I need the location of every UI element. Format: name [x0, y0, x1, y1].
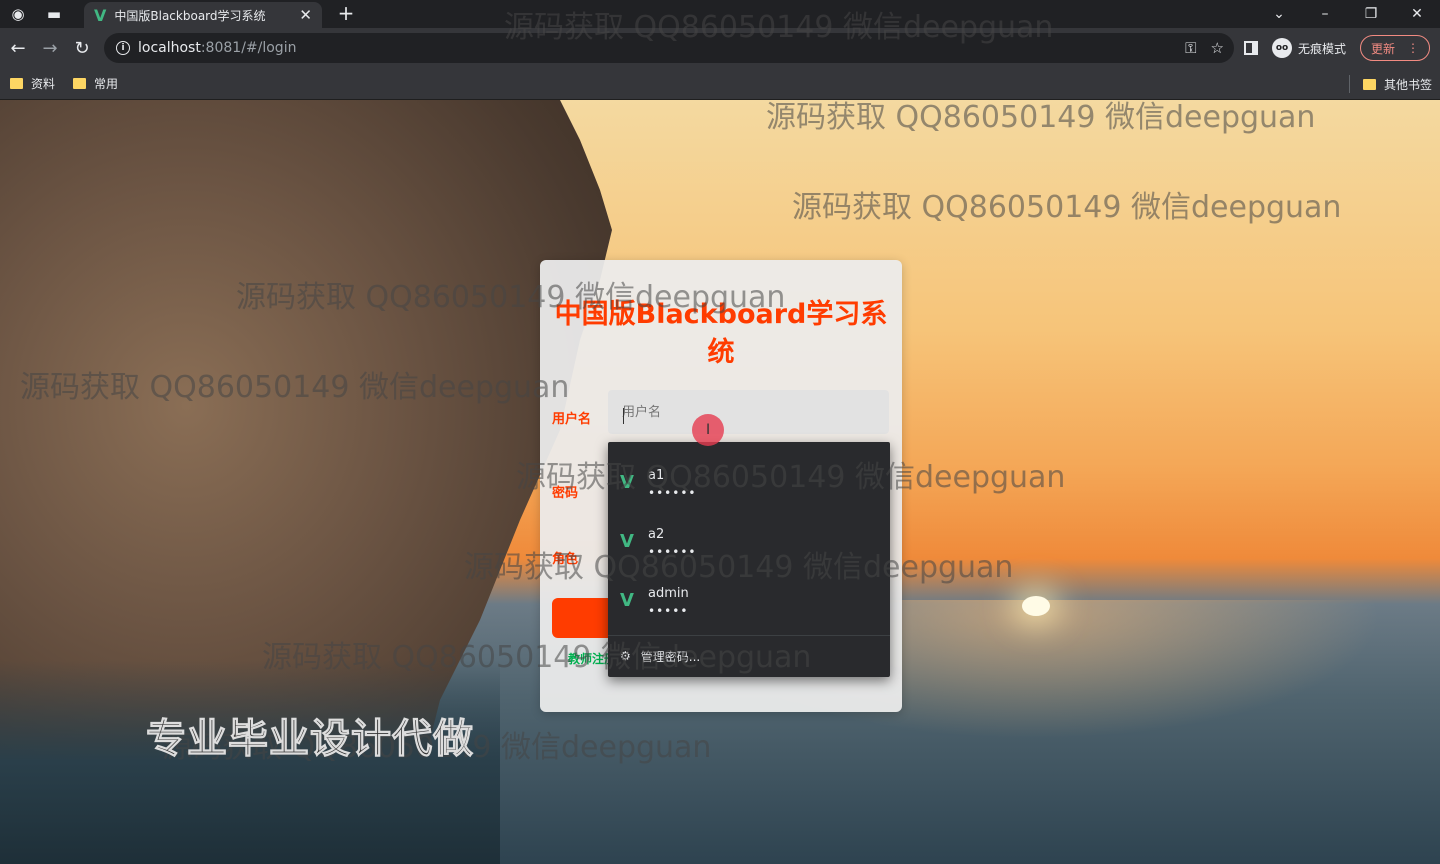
side-panel-icon[interactable]: [1244, 41, 1258, 55]
manage-passwords-label: 管理密码...: [640, 649, 701, 664]
autofill-entry[interactable]: V a2 ••••••: [608, 509, 890, 567]
manage-passwords-item[interactable]: ⚙ 管理密码...: [608, 636, 890, 676]
more-menu-icon[interactable]: ⋮: [1407, 41, 1419, 55]
window-controls: ⌄ – ❐ ✕: [1256, 0, 1440, 28]
promo-watermark: 专业毕业设计代做: [146, 716, 474, 763]
reload-button[interactable]: ↻: [66, 32, 98, 64]
browser-tab[interactable]: V 中国版Blackboard学习系统 ✕: [84, 2, 322, 28]
incognito-indicator[interactable]: oo 无痕模式: [1272, 38, 1346, 58]
password-label: 密码: [552, 486, 579, 501]
browser-menu-icon[interactable]: ◉: [0, 0, 36, 28]
incognito-icon: oo: [1272, 38, 1292, 58]
address-bar[interactable]: i localhost:8081/#/login ⚿ ☆: [104, 33, 1234, 63]
gear-icon: ⚙: [620, 649, 631, 663]
bookmark-label: 资料: [31, 77, 56, 91]
tab-close-icon[interactable]: ✕: [299, 6, 312, 24]
update-button[interactable]: 更新 ⋮: [1360, 35, 1431, 61]
autofill-entry[interactable]: V admin •••••: [608, 568, 890, 626]
browser-toolbar: ← → ↻ i localhost:8081/#/login ⚿ ☆ oo 无痕…: [0, 28, 1440, 68]
autofill-password: ••••••: [648, 545, 697, 559]
other-bookmarks-label: 其他书签: [1383, 77, 1432, 92]
url-host: localhost: [138, 40, 201, 56]
autofill-password: ••••••: [648, 486, 697, 500]
site-info-icon[interactable]: i: [116, 41, 130, 55]
bookmark-star-icon[interactable]: ☆: [1211, 39, 1224, 57]
role-label: 角色: [552, 552, 579, 567]
vue-logo-icon: V: [94, 5, 107, 25]
vue-logo-icon: V: [620, 472, 634, 493]
key-icon[interactable]: ⚿: [1185, 39, 1196, 57]
restore-icon[interactable]: ❐: [1348, 0, 1394, 28]
username-label: 用户名: [552, 412, 592, 427]
bookmark-folder[interactable]: 资料: [10, 75, 55, 92]
vue-logo-icon: V: [620, 590, 634, 611]
bookmark-label: 常用: [94, 77, 119, 91]
sun: [1022, 596, 1050, 616]
vue-logo-icon: V: [620, 531, 634, 552]
autofill-username: a1: [648, 468, 665, 483]
url-path: :8081/#/login: [200, 40, 297, 56]
folder-icon: [1362, 78, 1376, 90]
incognito-label: 无痕模式: [1298, 41, 1347, 56]
close-window-icon[interactable]: ✕: [1394, 0, 1440, 28]
autofill-entry[interactable]: V a1 ••••••: [608, 450, 890, 508]
bookmark-folder[interactable]: 常用: [73, 75, 118, 92]
autofill-password: •••••: [648, 604, 689, 618]
autofill-username: admin: [648, 586, 689, 601]
password-autofill-dropdown: V a1 •••••• V a2 •••••• V admin ••••• ⚙ …: [608, 442, 890, 677]
tab-title: 中国版Blackboard学习系统: [114, 8, 266, 23]
login-title: 中国版Blackboard学习系统: [554, 299, 888, 368]
other-bookmarks[interactable]: 其他书签: [1362, 76, 1432, 93]
autofill-username: a2: [648, 527, 665, 542]
forward-button[interactable]: →: [34, 32, 66, 64]
new-tab-button[interactable]: +: [334, 1, 358, 25]
folder-icon: [73, 78, 87, 89]
bookmarks-divider: [1349, 75, 1350, 93]
tab-list-icon[interactable]: ⌄: [1256, 0, 1302, 28]
text-caret: [623, 408, 624, 424]
tab-search-icon[interactable]: ▬: [36, 0, 72, 28]
title-bar: ◉ ▬ V 中国版Blackboard学习系统 ✕ + ⌄ – ❐ ✕: [0, 0, 1440, 28]
back-button[interactable]: ←: [2, 32, 34, 64]
text-cursor-icon: I: [706, 422, 711, 438]
bookmarks-bar: 资料 常用 其他书签: [0, 68, 1440, 100]
minimize-icon[interactable]: –: [1302, 0, 1348, 28]
username-input[interactable]: [608, 390, 889, 434]
update-label: 更新: [1371, 41, 1396, 56]
folder-icon: [10, 78, 23, 89]
